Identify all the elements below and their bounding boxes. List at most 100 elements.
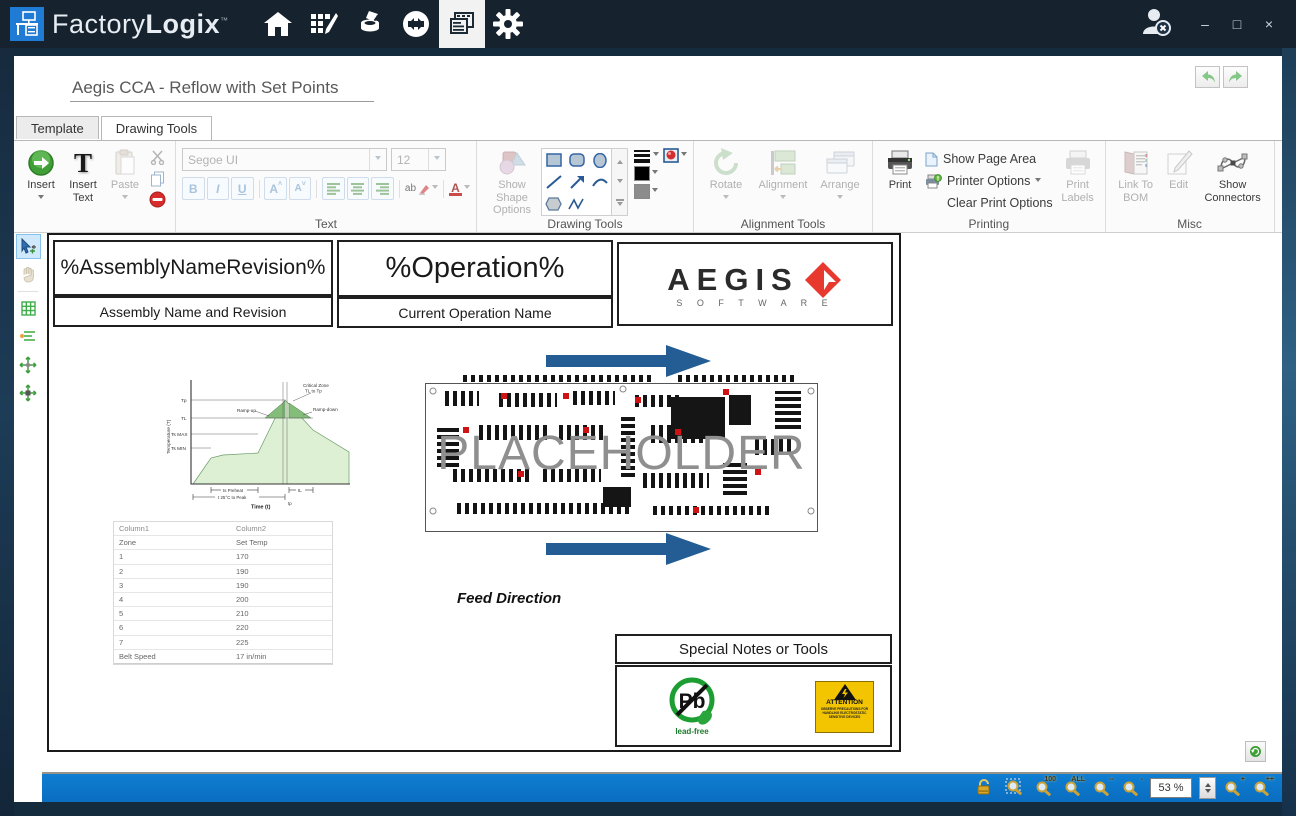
shape-polyline[interactable] [565,193,588,215]
show-shape-options-button: Show ShapeOptions [483,144,541,217]
notes-content-box[interactable]: Pb lead-free ATTENTION OBSERVE PRECAUTIO… [615,665,892,747]
tab-drawing-tools[interactable]: Drawing Tools [101,116,212,140]
show-connectors-button[interactable]: ShowConnectors [1198,144,1268,217]
aegis-logo-text: AEGIS [667,262,798,298]
settings-gear-icon[interactable] [485,0,531,48]
table-row: 3190 [114,579,332,593]
aegis-logo[interactable]: AEGIS S O F T W A R E [617,242,893,326]
zoom-100-button[interactable]: 100 [1034,778,1056,798]
zoom-input[interactable] [1150,778,1192,798]
data-import-icon[interactable] [347,0,393,48]
move-object-tool-button[interactable] [16,352,41,377]
set-points-table[interactable]: Column1Column2ZoneSet Temp11702190319042… [113,521,333,665]
redo-icon [1228,70,1244,84]
shape-ellipse[interactable] [588,149,611,171]
logout-user-icon[interactable] [1140,6,1174,43]
shape-hexagon[interactable] [542,193,565,215]
assembly-name-field[interactable]: %AssemblyNameRevision% [53,240,333,296]
edit-pencil-icon [1165,147,1193,179]
svg-text:tL: tL [298,488,302,493]
ribbon: Insert T InsertText Paste [14,140,1282,233]
dropdown-caret [837,195,843,202]
insert-text-icon: T [74,147,92,179]
notes-title-box[interactable]: Special Notes or Tools [615,634,892,664]
picture-icon [663,148,679,163]
highlight-button: ab [405,183,438,195]
shape-line[interactable] [542,171,565,193]
feed-direction-label[interactable]: Feed Direction [457,590,561,607]
arrange-icon [824,147,856,179]
svg-text:Temperature (T): Temperature (T) [166,419,172,454]
printer-options-button[interactable]: Printer Options [925,170,1053,192]
tab-template[interactable]: Template [16,116,99,139]
sync-icon[interactable] [393,0,439,48]
operation-caption[interactable]: Current Operation Name [337,297,613,328]
pan-tool-button [16,262,41,287]
underline-button: U [231,177,254,200]
insert-button[interactable]: Insert [20,144,62,217]
gallery-more-button[interactable] [612,193,627,215]
lock-zoom-button[interactable] [976,778,998,798]
bold-button: B [182,177,205,200]
print-button[interactable]: Print [879,144,921,217]
table-row: 7225 [114,636,332,650]
remove-button[interactable] [148,190,167,209]
alignment-icon [767,147,799,179]
picture-fill-button[interactable] [663,148,687,163]
gallery-down-button[interactable] [612,171,627,193]
reflow-profile-chart[interactable]: Tp TL Ts MAX Ts MIN Ramp-up Critical Zon… [163,374,355,510]
zoom-in-button[interactable]: + [1223,778,1245,798]
zoom-all-button[interactable]: ALL [1063,778,1085,798]
undo-button[interactable] [1195,66,1220,88]
close-button[interactable]: × [1260,0,1278,48]
home-icon[interactable] [255,0,301,48]
line-color-button[interactable] [634,184,687,199]
clear-print-options-button[interactable]: Clear Print Options [925,192,1053,214]
canvas-refresh-button[interactable] [1245,741,1266,762]
move-anchor-tool-button[interactable] [16,380,41,405]
zoom-out-button[interactable]: - [1121,778,1143,798]
operation-field[interactable]: %Operation% [337,240,613,297]
esd-warning-icon: ATTENTION OBSERVE PRECAUTIONS FOR HANDLI… [815,681,874,733]
grid-tool-button[interactable] [16,296,41,321]
line-style-button[interactable] [634,148,659,163]
line-color-swatch [634,184,650,199]
minimize-button[interactable]: – [1196,0,1214,48]
link-to-bom-button: Link ToBOM [1112,144,1160,217]
zoom-selection-button[interactable] [1005,778,1027,798]
process-definitions-icon[interactable] [301,0,347,48]
zoom-out-more-button[interactable]: -- [1092,778,1114,798]
template-page[interactable]: %AssemblyNameRevision% Assembly Name and… [47,233,901,752]
shape-rounded-rectangle[interactable] [565,149,588,171]
svg-text:Ramp-down: Ramp-down [313,407,338,412]
fill-color-swatch [634,166,650,181]
shape-rectangle[interactable] [542,149,565,171]
shape-arc[interactable] [588,171,611,193]
maximize-button[interactable]: □ [1228,0,1246,48]
insert-text-button[interactable]: T InsertText [62,144,104,217]
print-labels-button: PrintLabels [1057,144,1099,217]
zoom-in-more-button[interactable]: ++ [1252,778,1274,798]
document-title-input[interactable] [70,78,374,102]
assembly-caption[interactable]: Assembly Name and Revision [53,296,333,327]
zoom-spinner[interactable] [1199,777,1216,799]
design-canvas[interactable]: %AssemblyNameRevision% Assembly Name and… [42,232,1282,774]
work-area: %AssemblyNameRevision% Assembly Name and… [14,232,1282,774]
table-row: 1170 [114,550,332,564]
svg-text:TL to Tp: TL to Tp [305,389,322,394]
gallery-up-button[interactable] [612,149,627,171]
select-tool-button[interactable] [16,234,41,259]
align-left-button [322,177,345,200]
page-icon [925,152,938,167]
paste-button: Paste [104,144,146,217]
align-tool-button[interactable] [16,324,41,349]
fill-color-button[interactable] [634,166,687,181]
aegis-logo-mark [803,260,843,300]
show-page-area-button[interactable]: Show Page Area [925,148,1053,170]
grow-font-button: A˄ [264,177,287,200]
ribbon-group-alignment: Rotate Alignment Arrange Alignment Tools [694,141,873,232]
shape-arrow[interactable] [565,171,588,193]
redo-button[interactable] [1223,66,1248,88]
documents-icon[interactable] [439,0,485,48]
pcb-image[interactable]: PLACEHOLDER [423,369,820,538]
